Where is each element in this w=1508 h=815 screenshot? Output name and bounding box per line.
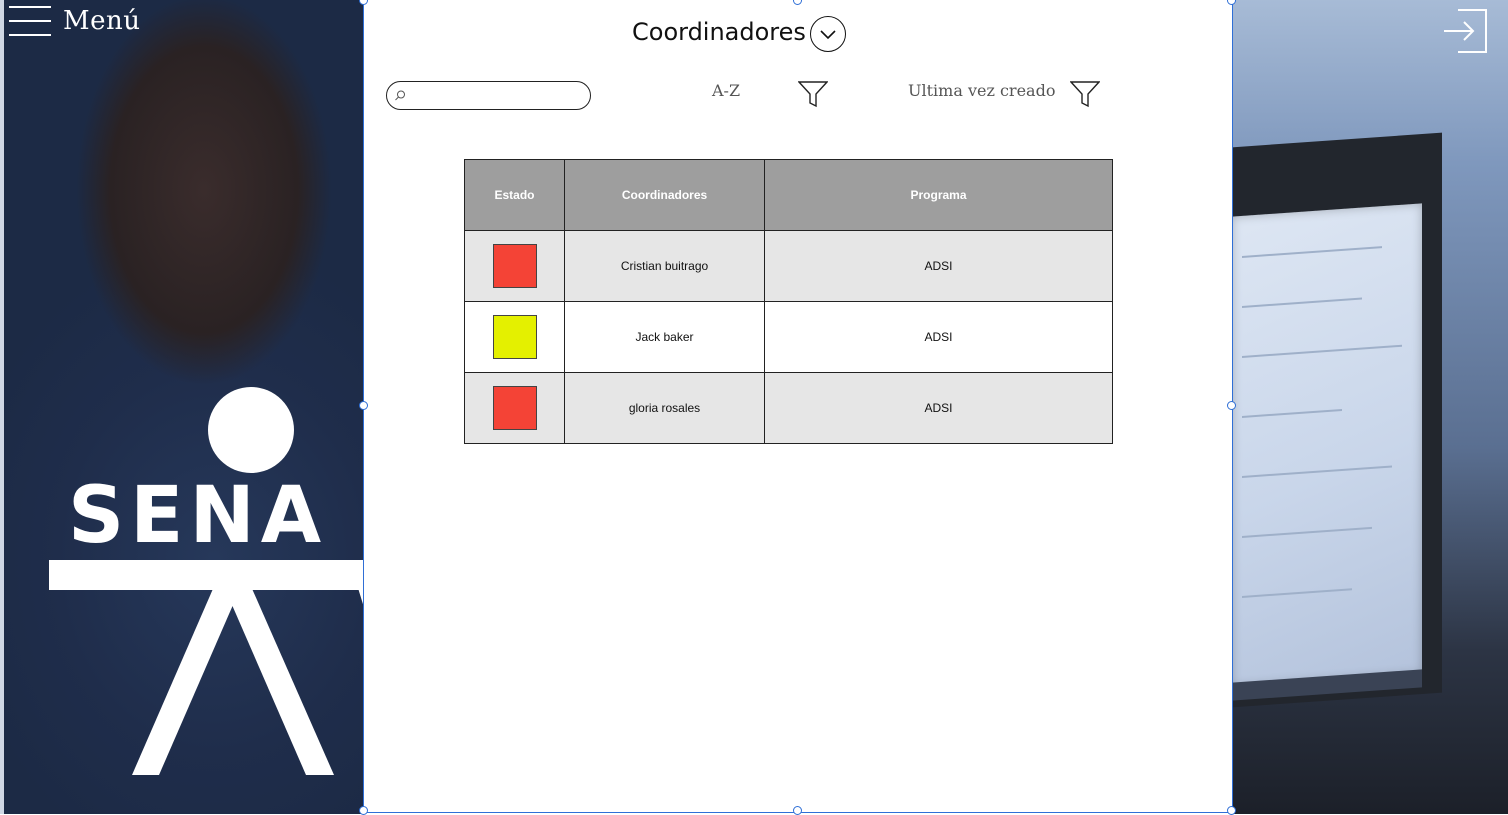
page-title: Coordinadores xyxy=(632,18,806,46)
program-cell: ADSI xyxy=(764,230,1113,302)
column-header-programa[interactable]: Programa xyxy=(764,159,1113,231)
coordinator-cell: Jack baker xyxy=(564,301,765,373)
program-cell: ADSI xyxy=(764,301,1113,373)
main-content: Coordinadores A-Z Ultima vez creado Esta… xyxy=(363,0,1233,813)
left-background-image: Menú SENA xyxy=(4,0,363,814)
filter-icon[interactable] xyxy=(1070,80,1100,108)
coordinator-cell: gloria rosales xyxy=(564,372,765,444)
table-row[interactable]: Cristian buitrago ADSI xyxy=(464,230,1113,302)
program-cell: ADSI xyxy=(764,372,1113,444)
menu-label: Menú xyxy=(63,6,141,36)
status-indicator xyxy=(492,244,537,288)
selection-handle[interactable] xyxy=(1227,401,1236,410)
status-indicator xyxy=(492,315,537,359)
sort-az-label: A-Z xyxy=(712,81,741,100)
status-indicator xyxy=(492,386,537,430)
column-header-coordinadores[interactable]: Coordinadores xyxy=(564,159,765,231)
column-header-estado[interactable]: Estado xyxy=(464,159,565,231)
sena-logo-text: SENA xyxy=(68,471,327,561)
status-cell xyxy=(464,372,565,444)
monitor-screen xyxy=(1232,203,1422,687)
table-row[interactable]: gloria rosales ADSI xyxy=(464,372,1113,444)
filter-icon[interactable] xyxy=(798,80,828,108)
coordinator-cell: Cristian buitrago xyxy=(564,230,765,302)
status-cell xyxy=(464,301,565,373)
exit-icon[interactable] xyxy=(1440,6,1490,56)
search-box[interactable] xyxy=(386,81,591,110)
sena-logo: SENA xyxy=(49,387,363,775)
menu-button[interactable]: Menú xyxy=(9,6,141,36)
hamburger-menu-icon xyxy=(9,6,51,36)
coordinators-table: Estado Coordinadores Programa Cristian b… xyxy=(464,159,1113,444)
chevron-down-icon[interactable] xyxy=(810,16,846,52)
right-background-image xyxy=(1232,0,1508,814)
search-input[interactable] xyxy=(411,85,585,107)
selection-handle[interactable] xyxy=(359,401,368,410)
table-header-row: Estado Coordinadores Programa xyxy=(464,159,1113,231)
search-icon xyxy=(395,90,405,101)
sort-last-created-label: Ultima vez creado xyxy=(908,81,1056,100)
status-cell xyxy=(464,230,565,302)
table-row[interactable]: Jack baker ADSI xyxy=(464,301,1113,373)
